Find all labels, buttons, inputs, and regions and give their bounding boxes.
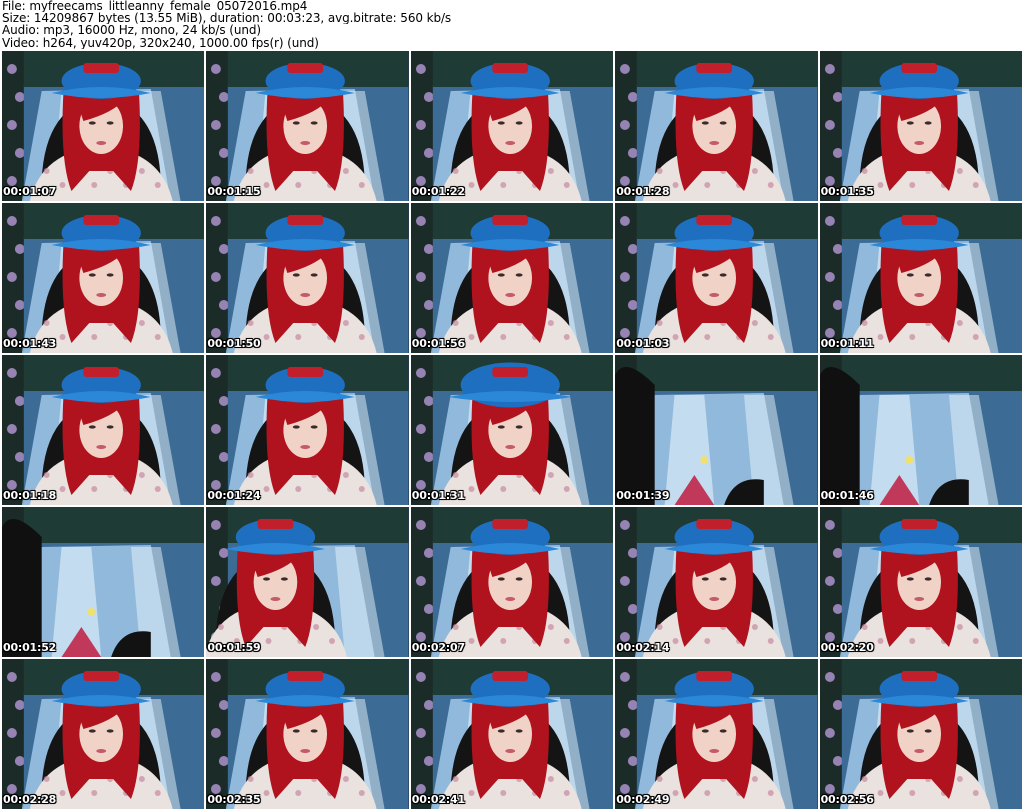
thumbnail-timestamp: 00:02:49 (616, 793, 670, 806)
video-info-line: Video: h264, yuv420p, 320x240, 1000.00 f… (2, 36, 319, 49)
thumbnail-timestamp: 00:01:24 (207, 489, 261, 502)
thumbnail-timestamp: 00:01:52 (3, 641, 57, 654)
thumbnail-frame-image (615, 507, 818, 657)
thumbnail-frame-image (819, 203, 1022, 353)
video-thumbnail: 00:02:35 (206, 659, 409, 809)
video-thumbnail: 00:02:28 (2, 659, 205, 809)
thumbnail-frame-image (206, 203, 409, 353)
thumbnail-timestamp: 00:01:46 (820, 489, 874, 502)
video-thumbnail: 00:01:18 (2, 355, 205, 505)
thumbnail-timestamp: 00:02:56 (820, 793, 874, 806)
thumbnail-timestamp: 00:01:11 (820, 337, 874, 350)
thumbnail-frame-image (615, 659, 818, 809)
thumbnail-frame-image (410, 507, 614, 657)
file-name-line: File: myfreecams_littleanny_female_05072… (2, 0, 308, 13)
video-thumbnail: 00:01:50 (206, 203, 409, 353)
thumbnail-timestamp: 00:01:35 (820, 185, 874, 198)
thumbnail-frame-image (2, 51, 205, 201)
video-thumbnail: 00:01:07 (2, 51, 205, 201)
video-thumbnail: 00:01:03 (615, 203, 818, 353)
thumbnail-frame-image (206, 355, 409, 505)
audio-info-line: Audio: mp3, 16000 Hz, mono, 24 kb/s (und… (2, 24, 261, 37)
video-thumbnail: 00:01:15 (206, 51, 409, 201)
thumbnail-frame-image (819, 659, 1022, 809)
thumbnail-timestamp: 00:01:28 (616, 185, 670, 198)
video-thumbnail: 00:01:22 (410, 51, 614, 201)
thumbnail-frame-image (615, 203, 818, 353)
thumbnail-grid: 00:01:07 00:01:15 00:01:22 00:01:28 00:01:35… (2, 51, 1022, 809)
thumbnail-timestamp: 00:01:18 (3, 489, 57, 502)
file-info-header: File: myfreecams_littleanny_female_05072… (2, 0, 1022, 50)
video-thumbnail: 00:01:24 (206, 355, 409, 505)
thumbnail-timestamp: 00:01:31 (411, 489, 465, 502)
video-thumbnail: 00:02:14 (615, 507, 818, 657)
thumbnail-timestamp: 00:02:20 (820, 641, 874, 654)
thumbnail-frame-image (206, 659, 409, 809)
video-thumbnail: 00:01:59 (206, 507, 409, 657)
thumbnail-timestamp: 00:02:14 (616, 641, 670, 654)
file-size-line: Size: 14209867 bytes (13.55 MiB), durati… (2, 12, 452, 25)
thumbnail-frame-image (410, 203, 614, 353)
thumbnail-timestamp: 00:01:15 (207, 185, 261, 198)
video-thumbnail: 00:02:07 (410, 507, 614, 657)
thumbnail-timestamp: 00:01:39 (616, 489, 670, 502)
thumbnail-frame-image (615, 355, 818, 505)
thumbnail-timestamp: 00:02:35 (207, 793, 261, 806)
thumbnail-timestamp: 00:02:07 (411, 641, 465, 654)
thumbnail-timestamp: 00:02:28 (3, 793, 57, 806)
video-thumbnail: 00:01:11 (819, 203, 1022, 353)
video-thumbnail: 00:01:43 (2, 203, 205, 353)
video-thumbnail: 00:01:52 (2, 507, 205, 657)
thumbnail-frame-image (2, 203, 205, 353)
video-thumbnail: 00:02:56 (819, 659, 1022, 809)
thumbnail-timestamp: 00:01:50 (207, 337, 261, 350)
video-thumbnail: 00:01:35 (819, 51, 1022, 201)
thumbnail-timestamp: 00:01:59 (207, 641, 261, 654)
video-thumbnail: 00:01:39 (615, 355, 818, 505)
thumbnail-frame-image (819, 51, 1022, 201)
thumbnail-frame-image (615, 51, 818, 201)
thumbnail-timestamp: 00:01:43 (3, 337, 57, 350)
video-thumbnail: 00:01:46 (819, 355, 1022, 505)
thumbnail-frame-image (206, 51, 409, 201)
thumbnail-frame-image (2, 659, 205, 809)
thumbnail-timestamp: 00:01:56 (411, 337, 465, 350)
thumbnail-timestamp: 00:01:03 (616, 337, 670, 350)
thumbnail-frame-image (819, 355, 1022, 505)
video-thumbnail: 00:01:31 (410, 355, 614, 505)
thumbnail-timestamp: 00:02:41 (411, 793, 465, 806)
video-thumbnail: 00:02:49 (615, 659, 818, 809)
thumbnail-frame-image (410, 659, 614, 809)
thumbnail-frame-image (410, 355, 614, 505)
video-thumbnail: 00:02:20 (819, 507, 1022, 657)
thumbnail-timestamp: 00:01:22 (411, 185, 465, 198)
video-thumbnail: 00:01:56 (410, 203, 614, 353)
thumbnail-frame-image (410, 51, 614, 201)
thumbnail-timestamp: 00:01:07 (3, 185, 57, 198)
thumbnail-frame-image (2, 507, 205, 657)
thumbnail-frame-image (2, 355, 205, 505)
video-thumbnail: 00:01:28 (615, 51, 818, 201)
thumbnail-frame-image (819, 507, 1022, 657)
video-thumbnail: 00:02:41 (410, 659, 614, 809)
thumbnail-frame-image (206, 507, 409, 657)
